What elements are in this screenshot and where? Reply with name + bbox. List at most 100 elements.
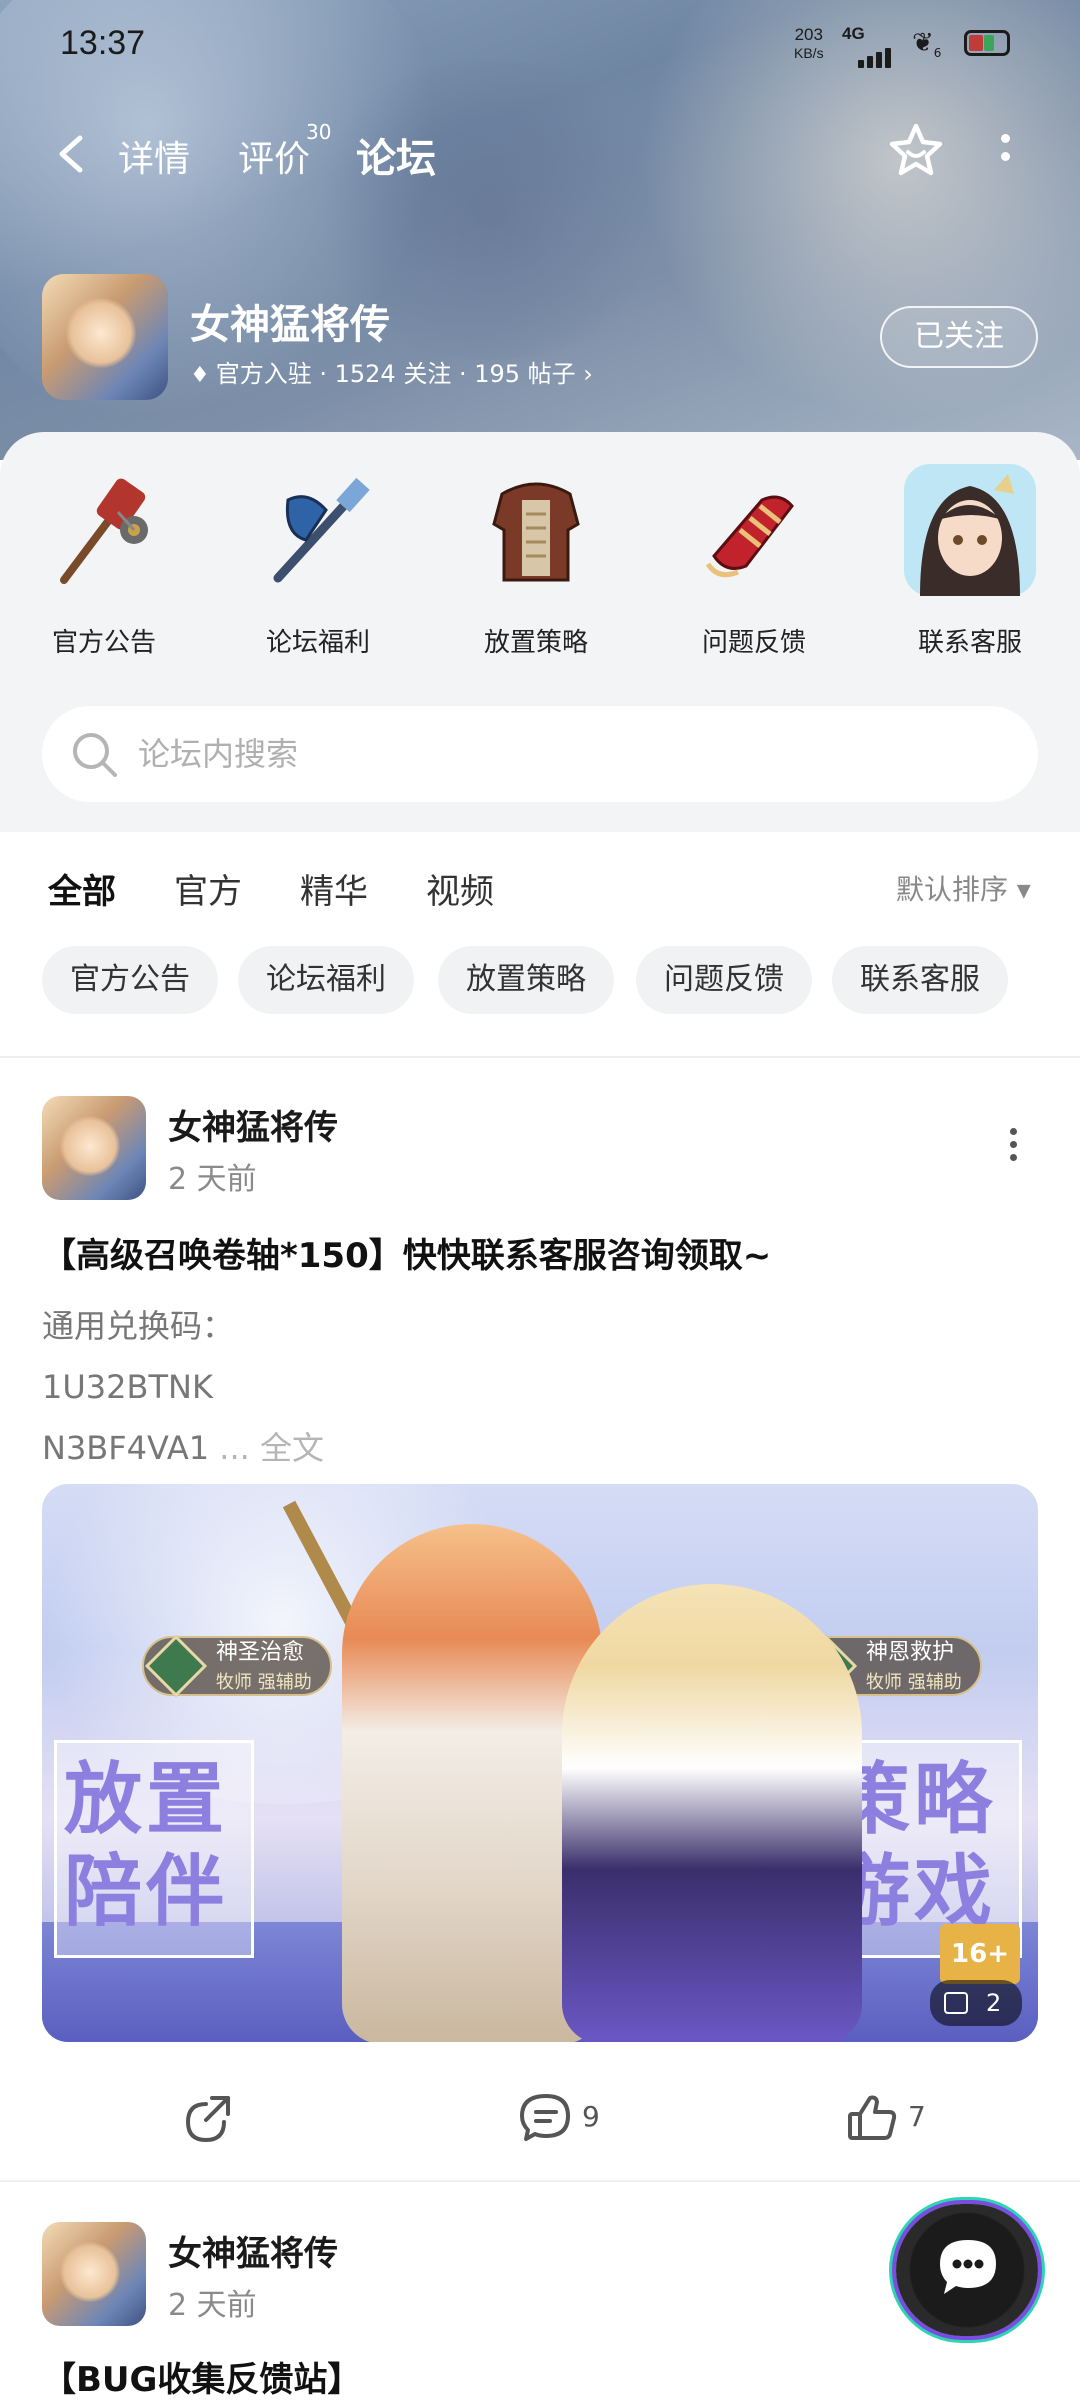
armor-icon bbox=[492, 482, 580, 582]
read-full-link[interactable]: ... 全文 bbox=[219, 1429, 324, 1467]
official-diamond-icon: ♦ bbox=[190, 363, 210, 388]
filter-tab-all[interactable]: 全部 bbox=[48, 864, 116, 917]
sort-label: 默认排序 bbox=[896, 873, 1009, 906]
axe-icon bbox=[273, 477, 370, 583]
post-body-line: N3BF4VA1 ... 全文 bbox=[42, 1418, 324, 1479]
filter-tab-label: 全部 bbox=[48, 872, 116, 912]
network-speed-value: 203 bbox=[794, 25, 823, 44]
category-feedback[interactable]: 问题反馈 bbox=[664, 460, 844, 659]
author-avatar[interactable] bbox=[42, 1096, 146, 1200]
category-official-announcement[interactable]: 官方公告 bbox=[14, 460, 194, 659]
sort-dropdown[interactable]: 默认排序 ▼ bbox=[896, 868, 1031, 908]
gauntlet-icon bbox=[705, 495, 794, 578]
tab-detail[interactable]: 详情 bbox=[118, 130, 190, 182]
category-panel: 官方公告 论坛福利 放置策略 问题反馈 联系客服 论坛内搜索 bbox=[0, 432, 1080, 832]
post-author[interactable]: 女神猛将传 bbox=[168, 2226, 338, 2275]
filter-tab-video[interactable]: 视频 bbox=[426, 864, 494, 913]
search-icon bbox=[73, 733, 117, 777]
game-name: 女神猛将传 bbox=[190, 302, 390, 348]
game-avatar[interactable] bbox=[42, 274, 168, 400]
chat-bubble-icon bbox=[940, 2240, 996, 2294]
post-time: 2 天前 bbox=[168, 2288, 257, 2323]
chip-forum-welfare[interactable]: 论坛福利 bbox=[238, 946, 414, 1014]
image-badge-left: 神圣治愈 牧师 强辅助 bbox=[142, 1634, 332, 1698]
category-chips: 官方公告 论坛福利 放置策略 问题反馈 联系客服 bbox=[0, 942, 1080, 1042]
share-icon bbox=[185, 2096, 230, 2143]
comment-button[interactable]: 9 bbox=[518, 2090, 618, 2150]
badge-cross-icon bbox=[144, 1634, 208, 1698]
post-title[interactable]: 【BUG收集反馈站】 bbox=[42, 2352, 361, 2400]
age-rating-badge: 16+ bbox=[940, 1924, 1020, 1984]
badge-subtitle: 牧师 强辅助 bbox=[216, 1672, 312, 1693]
chip-idle-strategy[interactable]: 放置策略 bbox=[438, 946, 614, 1014]
network-type: 4G bbox=[842, 24, 865, 43]
category-label: 论坛福利 bbox=[265, 628, 370, 658]
game-header: 13:37 203 KB/s 4G ❦6 详情 评价 30 论坛 女神猛将传 ♦… bbox=[0, 0, 1080, 460]
filter-tab-featured[interactable]: 精华 bbox=[300, 864, 368, 913]
filter-tab-official[interactable]: 官方 bbox=[174, 864, 242, 913]
status-extra-number: 6 bbox=[933, 46, 942, 61]
favorite-star-icon[interactable] bbox=[886, 120, 946, 180]
image-count-badge: 2 bbox=[930, 1980, 1022, 2026]
comment-count: 9 bbox=[582, 2100, 600, 2133]
caret-down-icon: ▼ bbox=[1016, 880, 1031, 902]
mace-icon bbox=[60, 478, 148, 584]
search-input[interactable] bbox=[138, 706, 998, 802]
like-button[interactable]: 7 bbox=[844, 2090, 944, 2150]
post-title[interactable]: 【高级召唤卷轴*150】快快联系客服咨询领取~ bbox=[42, 1228, 771, 1277]
game-meta[interactable]: ♦ 官方入驻 · 1524 关注 · 195 帖子 › bbox=[190, 354, 593, 389]
badge-title: 神恩救护 bbox=[866, 1640, 955, 1665]
tab-forum[interactable]: 论坛 bbox=[356, 126, 436, 184]
image-character-heroine bbox=[562, 1584, 862, 2042]
tab-review-label: 评价 bbox=[238, 139, 311, 180]
forum-search-box[interactable] bbox=[42, 706, 1038, 802]
chip-official-announcement[interactable]: 官方公告 bbox=[42, 946, 218, 1014]
post-more-icon[interactable] bbox=[1006, 1128, 1020, 1164]
status-bar: 13:37 203 KB/s 4G ❦6 bbox=[0, 0, 1080, 90]
game-info: 女神猛将传 ♦ 官方入驻 · 1524 关注 · 195 帖子 › 已关注 bbox=[0, 270, 1080, 410]
image-left-text: 放置陪伴 bbox=[64, 1754, 229, 1937]
post-body[interactable]: 通用兑换码： 1U32BTNK N3BF4VA1 ... 全文 bbox=[42, 1296, 324, 1479]
portrait-icon bbox=[904, 464, 1036, 596]
thumbs-up-icon bbox=[848, 2095, 897, 2140]
floating-chat-button[interactable] bbox=[896, 2204, 1038, 2336]
battery-icon bbox=[964, 30, 1010, 56]
chip-customer-service[interactable]: 联系客服 bbox=[832, 946, 1008, 1014]
category-customer-service[interactable]: 联系客服 bbox=[880, 460, 1060, 659]
follow-button[interactable]: 已关注 bbox=[880, 306, 1038, 368]
chip-feedback[interactable]: 问题反馈 bbox=[636, 946, 812, 1014]
network-speed-unit: KB/s bbox=[794, 45, 824, 61]
top-nav: 详情 评价 30 论坛 bbox=[0, 110, 1080, 200]
image-count: 2 bbox=[986, 1989, 1002, 2017]
share-button[interactable] bbox=[180, 2090, 240, 2150]
status-time: 13:37 bbox=[60, 24, 146, 62]
post-body-line-text: N3BF4VA1 bbox=[42, 1429, 210, 1467]
comment-icon bbox=[520, 2094, 570, 2141]
post-image[interactable]: 放置陪伴 策略游戏 神圣治愈 牧师 强辅助 神恩救护 牧师 强辅助 16+ 2 bbox=[42, 1484, 1038, 2042]
section-divider bbox=[0, 1056, 1080, 1058]
tab-review[interactable]: 评价 30 bbox=[238, 120, 331, 182]
post-body-line: 通用兑换码： bbox=[42, 1307, 235, 1345]
review-count-badge: 30 bbox=[306, 120, 332, 144]
category-idle-strategy[interactable]: 放置策略 bbox=[446, 460, 626, 659]
category-label: 官方公告 bbox=[51, 628, 156, 658]
category-label: 放置策略 bbox=[483, 628, 588, 658]
post-card[interactable]: 女神猛将传 2 天前 【高级召唤卷轴*150】快快联系客服咨询领取~ 通用兑换码… bbox=[0, 1096, 1080, 2176]
badge-subtitle: 牧师 强辅助 bbox=[866, 1672, 962, 1693]
category-label: 联系客服 bbox=[917, 628, 1022, 658]
badge-title: 神圣治愈 bbox=[216, 1640, 305, 1665]
game-meta-text: 官方入驻 · 1524 关注 · 195 帖子 bbox=[215, 360, 576, 388]
author-avatar[interactable] bbox=[42, 2222, 146, 2326]
tab-forum-label: 论坛 bbox=[356, 136, 436, 182]
post-time: 2 天前 bbox=[168, 1162, 257, 1197]
image-count-icon bbox=[944, 1992, 968, 2014]
more-options-icon[interactable] bbox=[990, 134, 1020, 184]
post-separator bbox=[0, 2180, 1080, 2182]
category-label: 问题反馈 bbox=[701, 628, 806, 658]
post-actions: 9 7 bbox=[0, 2080, 1080, 2160]
category-forum-welfare[interactable]: 论坛福利 bbox=[228, 460, 408, 659]
butterfly-icon: ❦6 bbox=[912, 28, 942, 61]
post-author[interactable]: 女神猛将传 bbox=[168, 1100, 338, 1149]
back-arrow-icon[interactable] bbox=[52, 132, 92, 176]
like-count: 7 bbox=[908, 2100, 926, 2133]
